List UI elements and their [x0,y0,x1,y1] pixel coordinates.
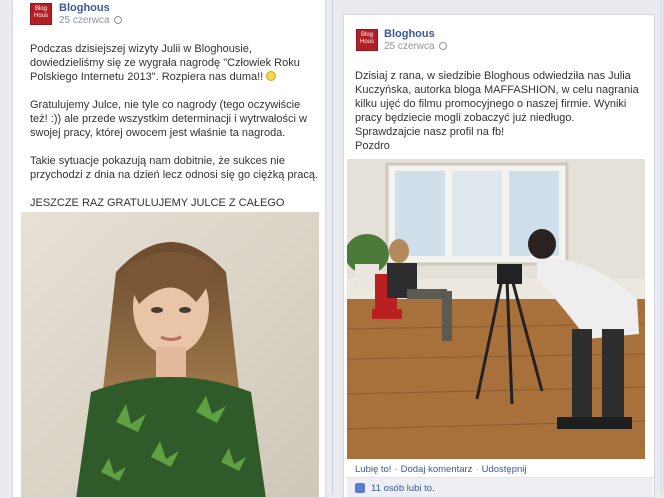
globe-icon [438,42,447,50]
page-name-link[interactable]: Bloghous [59,2,110,14]
page-logo[interactable]: Blog Hous [356,29,378,51]
logo-text-line: Blog [34,6,47,12]
logo-text-line: Blog [360,32,373,38]
action-separator: · [475,464,479,475]
like-link[interactable]: Lubię to! [355,464,391,475]
post-card-left: Blog Hous Bloghous 25 czerwca Podczas dz… [12,0,326,498]
post-photo[interactable] [347,159,645,459]
post-paragraph: Sprawdzajcie nasz profil na fb! [355,126,505,138]
post-paragraph: Takie sytuacje pokazują nam dobitnie, że… [30,155,318,181]
page-logo[interactable]: Blog Hous [30,3,52,25]
post-text: Dzisiaj z rana, w siedzibie Bloghous odw… [355,69,647,153]
page-name-link[interactable]: Bloghous [384,28,435,40]
post-photo[interactable] [21,212,319,497]
film-set-photo-illustration [347,159,645,459]
post-text: Podczas dzisiejszej wizyty Julii w Blogh… [30,42,320,239]
logo-text-line: Hous [359,39,374,45]
post-paragraph: Pozdro [355,140,390,152]
likes-summary: 11 osób lubi to. [347,477,653,497]
share-link[interactable]: Udostępnij [482,464,527,475]
post-date[interactable]: 25 czerwca [59,15,122,26]
thumbs-up-icon [355,483,365,493]
post-card-right: Blog Hous Bloghous 25 czerwca Dzisiaj z … [343,14,655,498]
smiley-icon [266,71,277,81]
post-paragraph: Gratulujemy Julce, nie tyle co nagrody (… [30,99,307,139]
likes-count-link[interactable]: 11 osób lubi to. [371,483,435,494]
scrollbar-track[interactable] [660,0,664,494]
post-paragraph: Podczas dzisiejszej wizyty Julii w Blogh… [30,43,300,83]
post-date[interactable]: 25 czerwca [384,41,447,52]
action-separator: · [394,464,398,475]
post-header: Blog Hous Bloghous 25 czerwca [344,15,654,52]
post-date-text: 25 czerwca [59,15,110,26]
logo-text-line: Hous [33,13,48,19]
post-header: Blog Hous Bloghous 25 czerwca [13,0,325,33]
globe-icon [113,16,122,24]
comment-link[interactable]: Dodaj komentarz [401,464,473,475]
column-divider [332,0,333,494]
portrait-photo-illustration [21,212,319,497]
post-actions: Lubię to! · Dodaj komentarz · Udostępnij [355,464,527,475]
post-date-text: 25 czerwca [384,41,435,52]
post-paragraph: Dzisiaj z rana, w siedzibie Bloghous odw… [355,70,639,124]
